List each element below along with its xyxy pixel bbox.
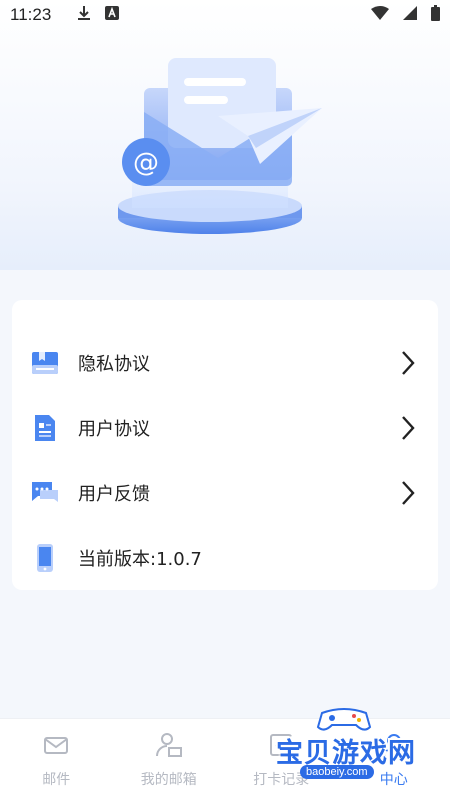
watermark: 宝贝游戏网 baobeiy.com <box>270 703 420 783</box>
privacy-book-icon <box>30 348 60 378</box>
settings-menu-card: 隐私协议 用户协议 用户反馈 当前版本:1.0.7 <box>12 300 438 590</box>
battery-icon <box>431 4 440 26</box>
user-mail-icon <box>155 731 183 759</box>
mail-icon <box>42 731 70 759</box>
tab-my-mailbox[interactable]: 我的邮箱 <box>113 719 226 800</box>
hero-banner: @ <box>0 0 450 270</box>
version-label: 当前版本:1.0.7 <box>78 549 202 570</box>
menu-item-user-agreement[interactable]: 用户协议 <box>12 397 438 457</box>
svg-text:@: @ <box>133 148 159 178</box>
wifi-icon <box>371 5 389 25</box>
watermark-url: baobeiy.com <box>300 765 374 779</box>
status-bar: 11:23 <box>0 0 450 30</box>
tab-label: 我的邮箱 <box>140 772 197 788</box>
chevron-right-icon <box>400 350 416 376</box>
cell-signal-icon <box>403 5 417 25</box>
menu-item-label: 隐私协议 <box>78 354 150 375</box>
phone-icon <box>30 543 60 573</box>
chevron-right-icon <box>400 415 416 441</box>
tab-mail[interactable]: 邮件 <box>0 719 113 800</box>
status-time: 11:23 <box>10 5 52 24</box>
menu-item-privacy[interactable]: 隐私协议 <box>12 332 438 392</box>
download-icon <box>77 5 91 26</box>
email-envelope-illustration: @ <box>118 58 322 234</box>
menu-item-label: 用户反馈 <box>78 484 150 505</box>
gamepad-icon <box>316 708 372 731</box>
chevron-right-icon <box>400 480 416 506</box>
keyboard-a-icon <box>105 5 120 25</box>
menu-item-label: 用户协议 <box>78 419 150 440</box>
menu-item-feedback[interactable]: 用户反馈 <box>12 462 438 522</box>
document-icon <box>30 413 60 443</box>
chat-feedback-icon <box>30 478 60 508</box>
menu-item-version: 当前版本:1.0.7 <box>12 527 438 587</box>
tab-label: 邮件 <box>42 772 71 788</box>
